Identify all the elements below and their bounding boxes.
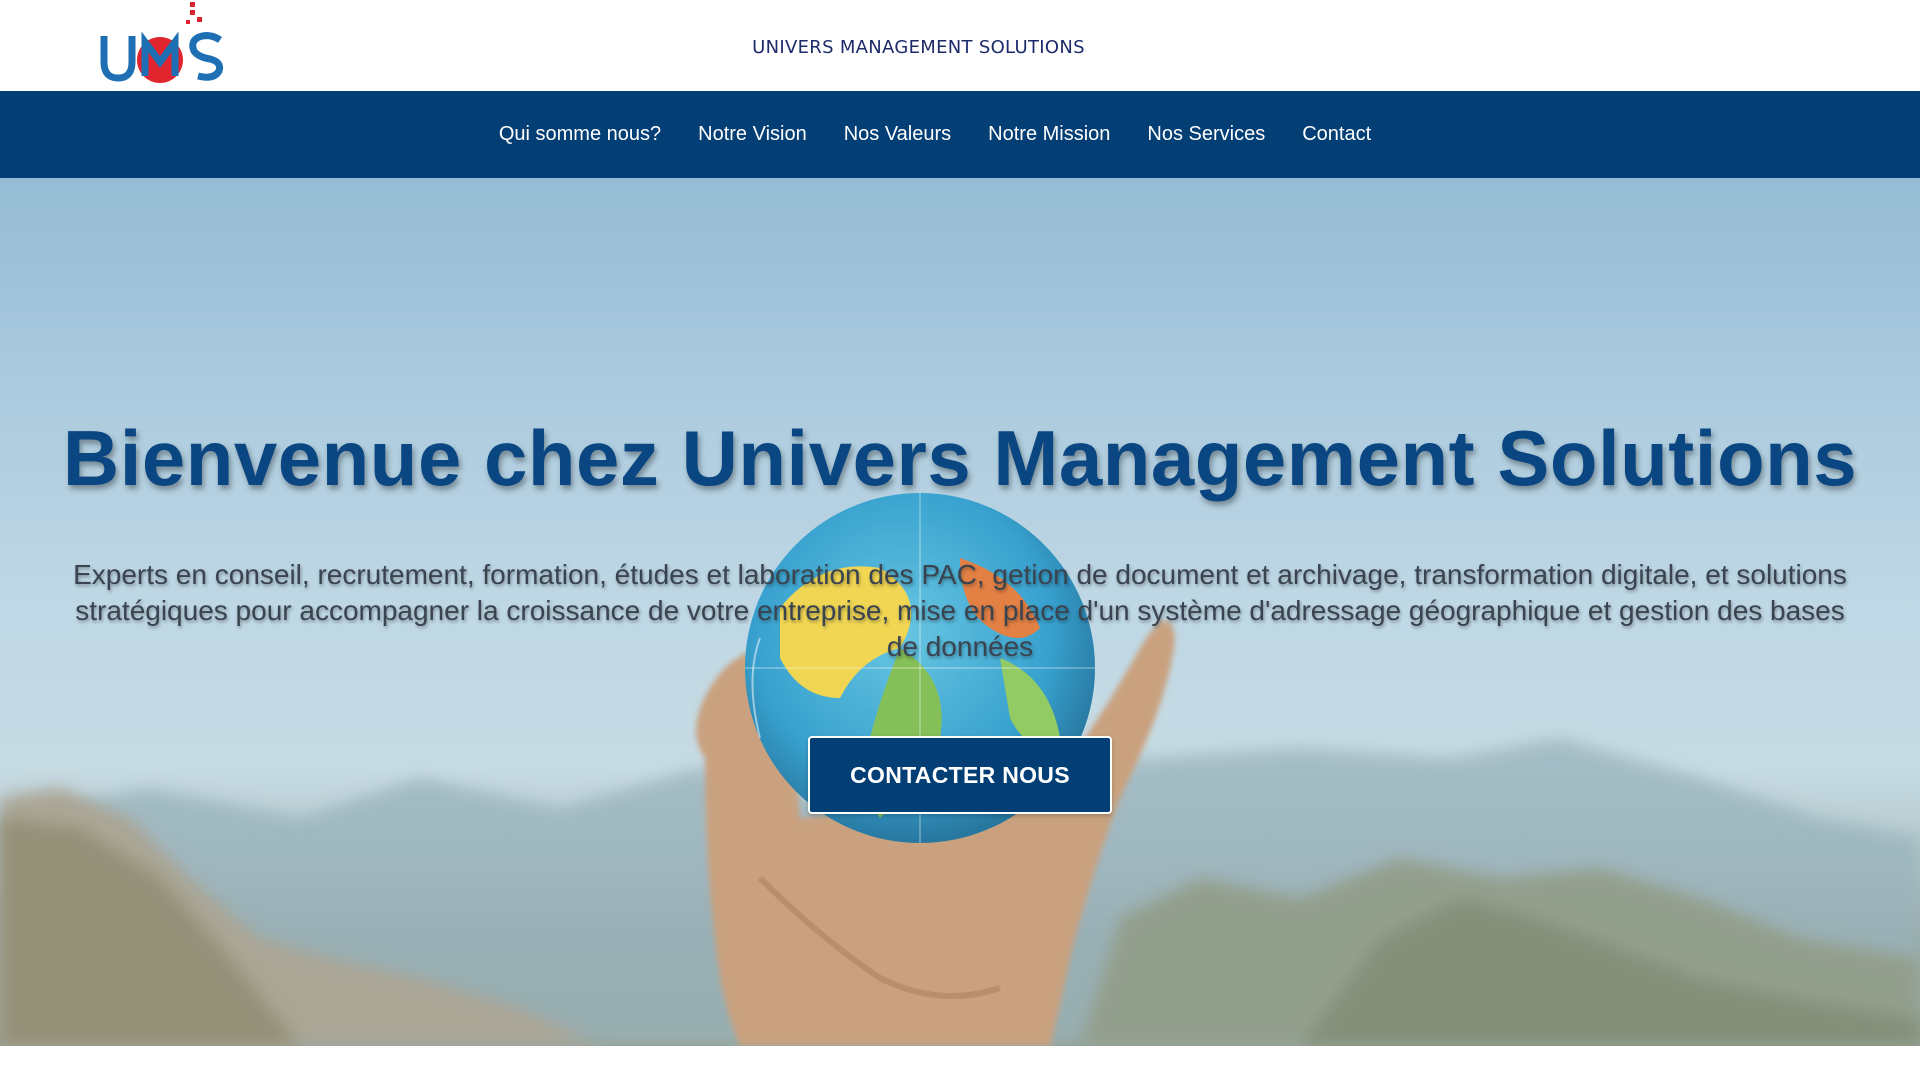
nav-item-nos-valeurs[interactable]: Nos Valeurs (844, 123, 951, 146)
contact-us-button[interactable]: CONTACTER NOUS (808, 736, 1112, 814)
main-nav: Qui somme nous? Notre Vision Nos Valeurs… (0, 91, 1920, 178)
hero-section: Bienvenue chez Univers Management Soluti… (0, 178, 1920, 1046)
top-header: UNIVERS MANAGEMENT SOLUTIONS (0, 0, 1920, 91)
site-title: UNIVERS MANAGEMENT SOLUTIONS (752, 37, 1085, 58)
hero-subtitle: Experts en conseil, recrutement, formati… (73, 559, 1847, 662)
nav-item-notre-mission[interactable]: Notre Mission (988, 123, 1110, 146)
nav-item-contact[interactable]: Contact (1302, 123, 1371, 146)
hero-title: Bienvenue chez Univers Management Soluti… (62, 414, 1858, 502)
nav-item-qui-somme-nous[interactable]: Qui somme nous? (499, 123, 661, 146)
nav-item-nos-services[interactable]: Nos Services (1147, 123, 1265, 146)
nav-item-notre-vision[interactable]: Notre Vision (698, 123, 807, 146)
